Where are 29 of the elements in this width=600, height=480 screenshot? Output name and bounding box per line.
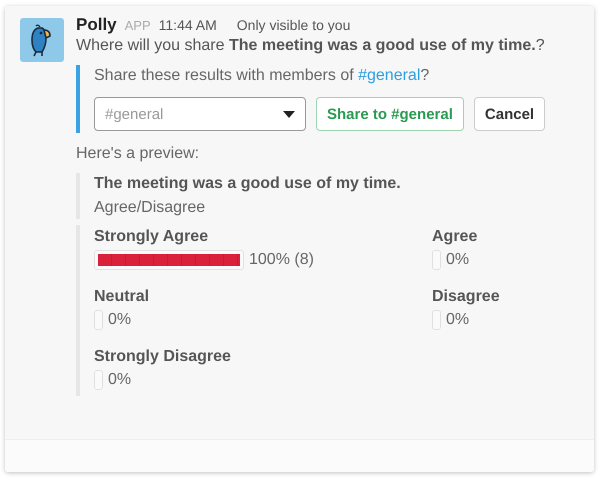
cancel-button[interactable]: Cancel — [474, 97, 546, 131]
result-bar — [432, 310, 441, 330]
option-label: Strongly Disagree — [94, 348, 232, 366]
result-bar — [94, 370, 103, 390]
result-percent: 0% — [446, 251, 470, 269]
message-time: 11:44 AM — [158, 17, 217, 33]
channel-link[interactable]: #general — [358, 67, 420, 84]
result-percent: 0% — [446, 311, 470, 329]
result-bar — [94, 310, 103, 330]
result-percent: 0% — [108, 311, 132, 329]
poll-type: Agree/Disagree — [94, 199, 206, 217]
option-label: Disagree — [432, 288, 501, 306]
channel-dropdown[interactable]: #general — [94, 97, 306, 131]
message-text: Where will you share The meeting was a good use of my time.? — [76, 37, 546, 55]
option-label: Neutral — [94, 288, 150, 306]
sender-name[interactable]: Polly — [76, 15, 117, 35]
share-prompt: Share these results with members of #general? — [94, 67, 430, 85]
preview-label: Here's a preview: — [76, 145, 200, 163]
result-bar — [432, 250, 441, 270]
option-label: Strongly Agree — [94, 228, 210, 246]
share-button[interactable]: Share to #general — [316, 97, 464, 131]
app-label: APP — [124, 18, 151, 33]
result-percent: 0% — [108, 371, 132, 389]
parrot-avatar-icon — [20, 18, 64, 62]
poll-question: The meeting was a good use of my time. — [94, 175, 402, 193]
option-label: Agree — [432, 228, 478, 246]
caret-icon — [283, 110, 295, 118]
result-percent: 100% (8) — [249, 251, 314, 269]
visibility-note: Only visible to you — [236, 17, 350, 33]
